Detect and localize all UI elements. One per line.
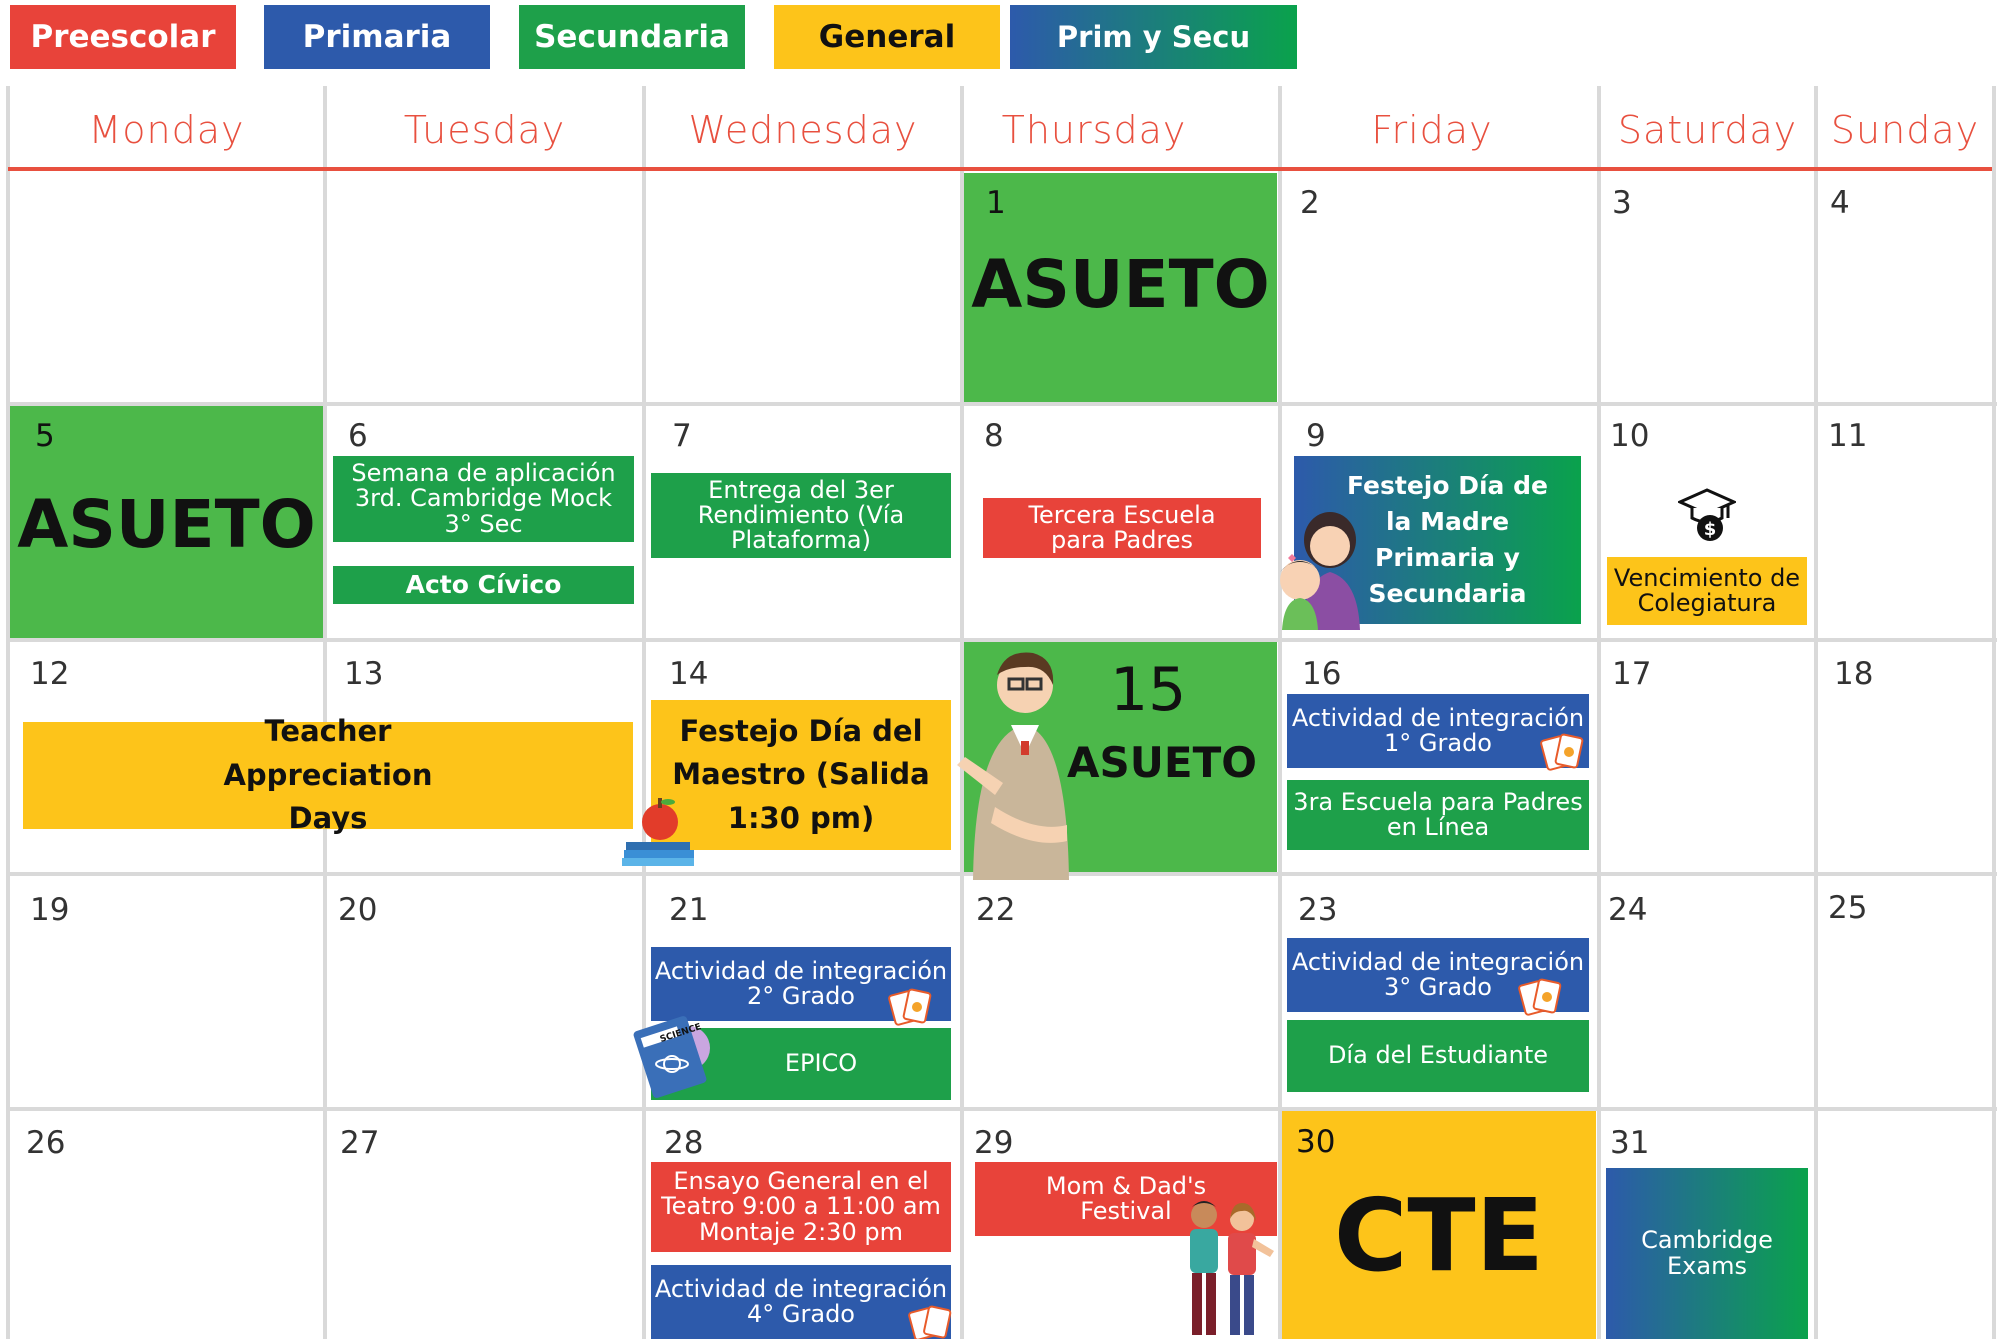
science-book-icon: SCIENCE — [633, 1016, 710, 1098]
event-teacher-appreciation: Teacher Appreciation Days — [23, 714, 633, 835]
date-number: 24 — [1608, 892, 1648, 928]
date-number: 17 — [1612, 656, 1652, 692]
event-escuela-padres: Tercera Escuela para Padres — [983, 498, 1261, 558]
date-number: 2 — [1300, 185, 1320, 221]
date-number: 11 — [1828, 418, 1868, 454]
date-number: 8 — [984, 418, 1004, 454]
legend-general: General — [774, 5, 1000, 69]
date-number: 28 — [664, 1125, 704, 1161]
date-number: 15 — [1110, 655, 1187, 725]
event-integracion-4: Actividad de integración 4° Grado — [651, 1265, 951, 1339]
grid-line — [1597, 86, 1601, 1339]
header-divider — [8, 167, 1992, 171]
mother-child-icon — [1280, 512, 1360, 630]
date-number: 25 — [1828, 890, 1868, 926]
cards-icon — [1540, 733, 1584, 771]
date-number: 4 — [1830, 185, 1850, 221]
parents-icon — [1190, 1201, 1274, 1335]
grid-line — [642, 86, 646, 1339]
date-number: 23 — [1298, 892, 1338, 928]
cards-icon — [908, 1305, 952, 1339]
day-header-thursday: Thursday — [1001, 108, 1187, 152]
day-header-tuesday: Tuesday — [403, 108, 566, 152]
asueto-label: ASUETO — [17, 486, 316, 564]
date-number: 30 — [1296, 1124, 1336, 1160]
date-number: 18 — [1834, 656, 1874, 692]
event-dia-estudiante: Día del Estudiante — [1287, 1020, 1589, 1092]
legend-primaria: Primaria — [264, 5, 490, 69]
date-number: 21 — [669, 892, 709, 928]
day-header-saturday: Saturday — [1617, 108, 1798, 152]
event-vencimiento-colegiatura: Vencimiento de Colegiatura — [1607, 557, 1807, 625]
teacher-icon — [957, 652, 1069, 880]
asueto-label: ASUETO — [971, 246, 1270, 324]
date-number: 20 — [338, 892, 378, 928]
date-number: 29 — [974, 1125, 1014, 1161]
grid-line — [6, 86, 10, 1339]
asueto-label: ASUETO — [1067, 737, 1257, 787]
date-number: 12 — [30, 656, 70, 692]
legend-prim-secu: Prim y Secu — [1010, 5, 1297, 69]
date-number: 22 — [976, 892, 1016, 928]
grid-line — [8, 1107, 1997, 1111]
graduation-cap-money-icon: $ — [1678, 488, 1736, 541]
cards-icon — [1518, 978, 1562, 1016]
date-number: 10 — [1610, 418, 1650, 454]
date-number: 5 — [35, 418, 55, 454]
date-number: 31 — [1610, 1125, 1650, 1161]
cards-icon — [888, 988, 932, 1026]
event-escuela-padres-linea: 3ra Escuela para Padres en Línea — [1287, 780, 1589, 850]
date-number: 1 — [986, 185, 1006, 221]
date-number: 16 — [1302, 656, 1342, 692]
legend-secundaria: Secundaria — [519, 5, 745, 69]
date-number: 14 — [669, 656, 709, 692]
apple-books-icon — [622, 798, 694, 866]
day-header-monday: Monday — [88, 108, 245, 152]
event-cambridge-exams: Cambridge Exams — [1606, 1168, 1808, 1339]
event-ensayo-general: Ensayo General en el Teatro 9:00 a 11:00… — [651, 1162, 951, 1252]
event-cte: CTE — [1334, 1176, 1544, 1294]
grid-line — [1814, 86, 1818, 1339]
event-entrega-rendimiento: Entrega del 3er Rendimiento (Vía Platafo… — [651, 473, 951, 558]
date-number: 19 — [30, 892, 70, 928]
event-acto-civico: Acto Cívico — [333, 566, 634, 604]
day-header-sunday: Sunday — [1830, 108, 1980, 152]
date-number: 27 — [340, 1125, 380, 1161]
date-number: 26 — [26, 1125, 66, 1161]
day-header-friday: Friday — [1371, 108, 1493, 152]
date-number: 3 — [1612, 185, 1632, 221]
legend-preescolar: Preescolar — [10, 5, 236, 69]
date-number: 7 — [672, 418, 692, 454]
date-number: 13 — [344, 656, 384, 692]
day-header-wednesday: Wednesday — [688, 108, 918, 152]
svg-text:$: $ — [1704, 519, 1717, 540]
event-cambridge-mock: Semana de aplicación 3rd. Cambridge Mock… — [333, 456, 634, 542]
date-number: 6 — [348, 418, 368, 454]
grid-line — [1992, 86, 1996, 1339]
date-number: 9 — [1306, 418, 1326, 454]
